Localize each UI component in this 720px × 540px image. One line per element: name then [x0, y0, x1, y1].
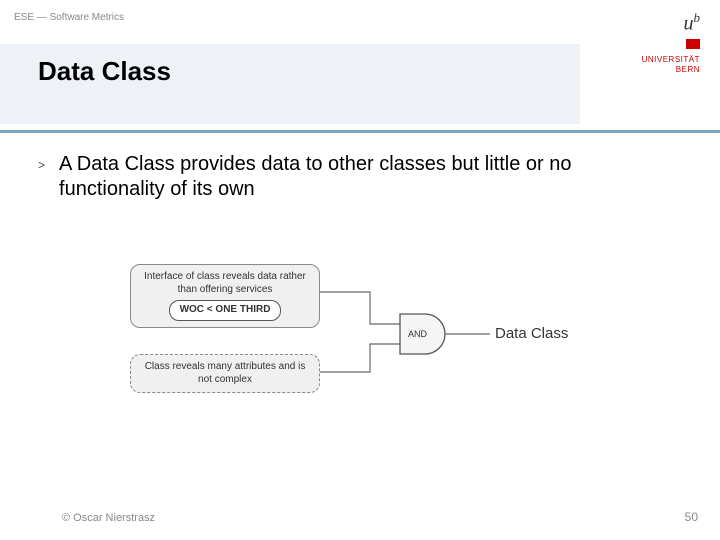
and-gate-label: AND — [408, 329, 427, 339]
logo-letters: ub — [580, 10, 700, 36]
footer-author: © Oscar Nierstrasz — [62, 512, 155, 524]
divider-line — [0, 130, 720, 133]
bullet-row: > A Data Class provides data to other cl… — [38, 152, 682, 202]
diagram-result-label: Data Class — [495, 325, 568, 342]
body-content: > A Data Class provides data to other cl… — [38, 152, 682, 202]
page-title: Data Class — [38, 56, 171, 87]
university-logo: ub UNIVERSITÄT BERN — [580, 10, 700, 75]
footer-page-number: 50 — [685, 510, 698, 524]
logo-u: u — [684, 13, 694, 35]
logo-university-line2: BERN — [580, 66, 700, 75]
slide: ESE — Software Metrics Data Class ub UNI… — [0, 0, 720, 540]
diagram-connectors — [130, 264, 590, 444]
bullet-text: A Data Class provides data to other clas… — [59, 152, 682, 202]
bullet-marker: > — [38, 158, 45, 172]
logo-b: b — [694, 10, 701, 25]
logo-university-line1: UNIVERSITÄT — [580, 56, 700, 65]
logo-red-square — [686, 39, 700, 49]
diagram: Interface of class reveals data rather t… — [130, 264, 590, 444]
course-label: ESE — Software Metrics — [14, 12, 124, 23]
